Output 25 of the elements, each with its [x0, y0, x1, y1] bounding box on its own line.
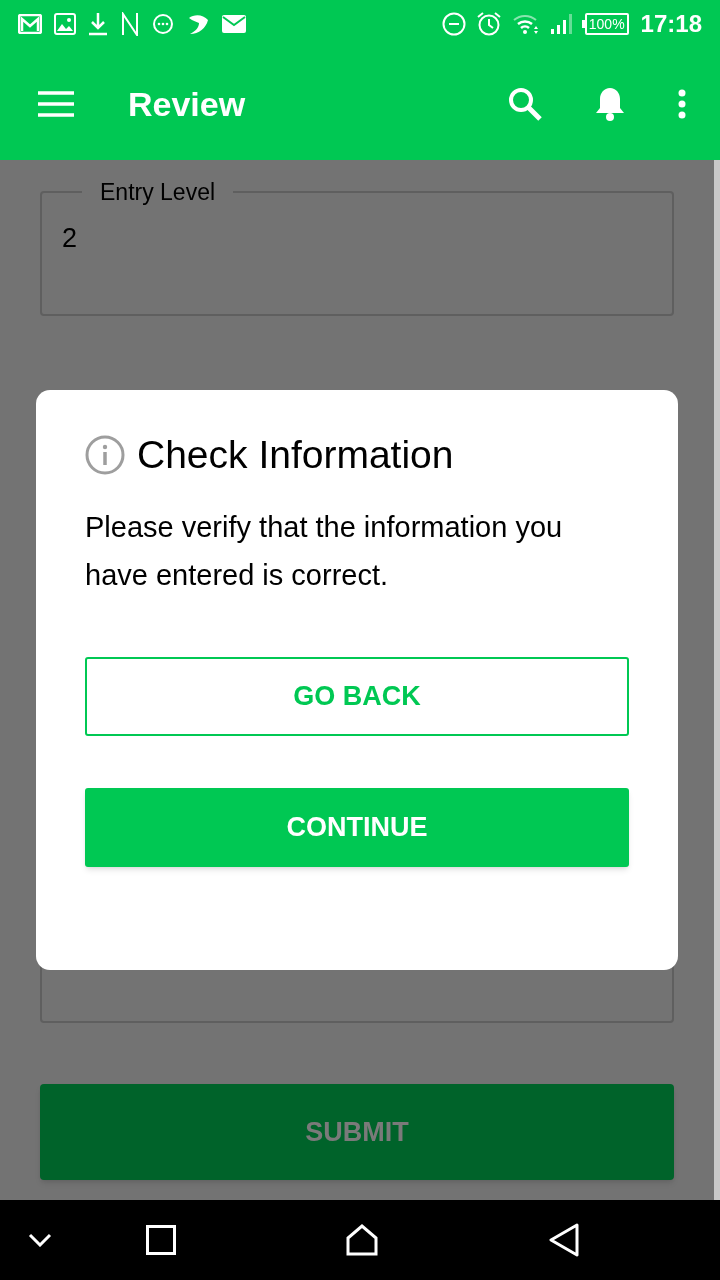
- continue-button[interactable]: CONTINUE: [85, 787, 629, 867]
- image-icon: [54, 13, 76, 35]
- clock: 17:18: [640, 9, 702, 39]
- battery-level: 100%: [588, 17, 625, 31]
- dialog-title: Check Information: [137, 432, 454, 478]
- chat-bubble-icon: [152, 13, 174, 35]
- alarm-icon: [475, 11, 502, 37]
- field-label: Entry Level: [99, 178, 217, 206]
- field-value: 2: [62, 222, 79, 255]
- envelope-icon: [222, 14, 246, 34]
- back-button[interactable]: GO BACK: [85, 656, 629, 736]
- letter-n-icon: [120, 12, 140, 36]
- submit-button[interactable]: SUBMIT: [40, 1084, 674, 1180]
- info-icon: [85, 435, 125, 476]
- home-icon[interactable]: [346, 1224, 378, 1256]
- signal-icon: [549, 13, 572, 35]
- chevron-down-icon[interactable]: [28, 1233, 52, 1247]
- recents-icon[interactable]: [146, 1225, 176, 1255]
- mail-icon: [18, 14, 42, 34]
- wifi-icon: [511, 13, 540, 35]
- do-not-disturb-icon: [441, 12, 466, 36]
- back-icon[interactable]: [548, 1223, 580, 1257]
- download-icon: [88, 12, 108, 36]
- dialog-message: Please verify that the information you have entered is correct.: [85, 509, 564, 593]
- screen-title: Review: [128, 83, 246, 125]
